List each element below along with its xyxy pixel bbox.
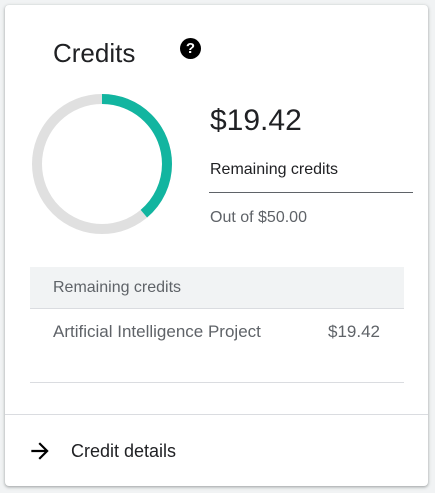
card-title: Credits — [53, 38, 136, 68]
total-credits-label: Out of $50.00 — [210, 209, 307, 226]
credits-table: Remaining credits Artificial Intelligenc… — [30, 267, 404, 383]
remaining-credits-label: Remaining credits — [210, 161, 339, 178]
credit-details-label: Credit details — [71, 441, 177, 461]
project-name: Artificial Intelligence Project — [53, 322, 261, 341]
credits-donut-chart — [32, 94, 172, 234]
credits-card: Credits ? $19.42 Remaining credits Out o… — [5, 5, 428, 486]
table-header: Remaining credits — [30, 267, 404, 309]
arrow-right-icon — [31, 442, 49, 460]
help-icon[interactable]: ? — [180, 38, 201, 59]
project-credit-value: $19.42 — [328, 322, 380, 341]
legend-divider — [209, 192, 413, 193]
remaining-amount: $19.42 — [210, 104, 302, 137]
credit-details-link[interactable]: Credit details — [5, 414, 428, 486]
table-row: Artificial Intelligence Project $19.42 — [30, 309, 404, 383]
